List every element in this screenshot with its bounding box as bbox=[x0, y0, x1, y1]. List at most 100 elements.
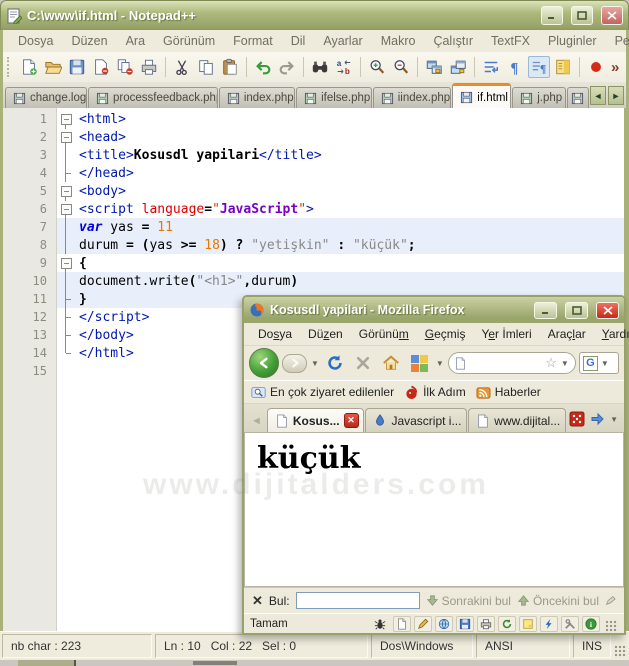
npp-resize-grip[interactable] bbox=[614, 645, 627, 658]
bolt-button[interactable] bbox=[540, 615, 558, 632]
npp-menu-ayarlar[interactable]: Ayarlar bbox=[314, 31, 371, 51]
paste-button[interactable] bbox=[219, 56, 241, 78]
firefox-tab-kosus[interactable]: Kosus... ✕ bbox=[266, 408, 365, 432]
tab-iindex-php[interactable]: iindex.php bbox=[372, 87, 452, 108]
close-button[interactable] bbox=[90, 56, 112, 78]
search-engine-dropdown-icon[interactable]: ▼ bbox=[600, 359, 610, 368]
fastdial-icon[interactable] bbox=[407, 351, 432, 376]
history-dropdown-icon[interactable]: ▼ bbox=[310, 359, 320, 368]
printer-button[interactable] bbox=[477, 615, 495, 632]
tab-processfeedback-php[interactable]: processfeedback.php bbox=[88, 87, 218, 108]
tab-scroll-right-icon[interactable] bbox=[589, 411, 605, 427]
back-button[interactable] bbox=[249, 348, 279, 378]
floppy-button[interactable] bbox=[456, 615, 474, 632]
tab-if-html[interactable]: if.html bbox=[452, 83, 512, 108]
npp-close-button[interactable] bbox=[601, 6, 623, 25]
redo-button[interactable] bbox=[276, 56, 298, 78]
fold-marker[interactable] bbox=[57, 254, 75, 273]
forward-button[interactable] bbox=[282, 353, 307, 373]
npp-menu-textfx[interactable]: TextFX bbox=[482, 31, 539, 51]
npp-menu-format[interactable]: Format bbox=[224, 31, 282, 51]
npp-titlebar[interactable]: C:\www\if.html - Notepad++ bbox=[0, 0, 629, 30]
find-close-button[interactable]: ✕ bbox=[252, 593, 263, 609]
firefox-resize-grip[interactable] bbox=[605, 620, 618, 633]
open-button[interactable] bbox=[42, 56, 64, 78]
zoomout-button[interactable] bbox=[390, 56, 412, 78]
firefox-tab-javascript-i[interactable]: Javascript i... bbox=[365, 408, 468, 432]
find-input[interactable] bbox=[295, 592, 420, 609]
showall-button[interactable]: ¶ bbox=[528, 56, 550, 78]
tab-list-dropdown-icon[interactable]: ▼ bbox=[609, 415, 619, 424]
npp-menu-makro[interactable]: Makro bbox=[372, 31, 425, 51]
npp-menu-dosya[interactable]: Dosya bbox=[9, 31, 62, 51]
print-button[interactable] bbox=[138, 56, 160, 78]
npp-maximize-button[interactable] bbox=[571, 6, 593, 25]
copy-button[interactable] bbox=[195, 56, 217, 78]
zoomin-button[interactable] bbox=[366, 56, 388, 78]
fold-marker[interactable] bbox=[57, 110, 75, 129]
highlight-icon[interactable] bbox=[605, 594, 616, 607]
save-button[interactable] bbox=[66, 56, 88, 78]
firefox-menu-dosya[interactable]: Dosya bbox=[250, 325, 300, 343]
newpage-button[interactable] bbox=[393, 615, 411, 632]
undo-button[interactable] bbox=[252, 56, 274, 78]
replace-button[interactable]: ab bbox=[333, 56, 355, 78]
bug-icon[interactable] bbox=[372, 616, 388, 632]
reload-button[interactable] bbox=[323, 351, 348, 376]
tab-scroll-left-icon[interactable]: ◄ bbox=[247, 415, 266, 432]
tab-index-php[interactable]: index.php bbox=[218, 87, 296, 108]
browser-viewport[interactable]: küçük bbox=[244, 432, 624, 587]
cut-button[interactable] bbox=[171, 56, 193, 78]
firefox-menu-ge-mi[interactable]: Geçmiş bbox=[417, 325, 474, 343]
sync2-button[interactable] bbox=[447, 56, 469, 78]
bookmark-haberler[interactable]: Haberler bbox=[476, 385, 541, 400]
address-dropdown-icon[interactable]: ▼ bbox=[560, 359, 570, 368]
tools-button[interactable] bbox=[561, 615, 579, 632]
firefox-menu-d-zen[interactable]: Düzen bbox=[300, 325, 351, 343]
tab-j-php[interactable]: j.php bbox=[512, 87, 566, 108]
firefox-tab-www-dijital[interactable]: www.dijital... bbox=[468, 408, 567, 432]
find-previous-button[interactable]: Öncekini bul bbox=[517, 594, 599, 608]
firefox-menu-yard-m[interactable]: Yardım bbox=[594, 325, 629, 343]
pencil-button[interactable] bbox=[414, 615, 432, 632]
new-button[interactable] bbox=[18, 56, 40, 78]
tab-ifelse-php[interactable]: ifelse.php bbox=[296, 87, 372, 108]
bookmark-star-icon[interactable]: ☆ bbox=[545, 355, 557, 371]
tab-scroll-right-button[interactable]: ► bbox=[608, 86, 624, 105]
globe-button[interactable] bbox=[435, 615, 453, 632]
note-button[interactable] bbox=[519, 615, 537, 632]
npp-menu-pluginler[interactable]: Pluginler bbox=[539, 31, 606, 51]
firefox-maximize-button[interactable] bbox=[565, 301, 588, 319]
closeall-button[interactable] bbox=[114, 56, 136, 78]
npp-minimize-button[interactable] bbox=[541, 6, 563, 25]
npp-menu-g-r-n-m[interactable]: Görünüm bbox=[154, 31, 224, 51]
npp-menu-ara[interactable]: Ara bbox=[117, 31, 154, 51]
firefox-menu-ara-lar[interactable]: Araçlar bbox=[540, 325, 594, 343]
npp-menu-d-zen[interactable]: Düzen bbox=[62, 31, 116, 51]
wrap-button[interactable] bbox=[480, 56, 502, 78]
address-bar[interactable]: ☆ ▼ bbox=[447, 352, 576, 374]
docmap-button[interactable] bbox=[552, 56, 574, 78]
tab-close-button[interactable]: ✕ bbox=[343, 413, 359, 428]
firefox-minimize-button[interactable] bbox=[534, 301, 557, 319]
npp-menu-pencere[interactable]: Pencere bbox=[606, 31, 629, 51]
find-next-button[interactable]: Sonrakini bul bbox=[426, 594, 511, 608]
tab-i[interactable]: i bbox=[567, 87, 589, 108]
find-button[interactable] bbox=[309, 56, 331, 78]
bookmark-en-ok-ziyaret-edilenler[interactable]: En çok ziyaret edilenler bbox=[251, 385, 394, 400]
refreshsm-button[interactable] bbox=[498, 615, 516, 632]
firefox-menu-g-r-n-m[interactable]: Görünüm bbox=[351, 325, 417, 343]
fold-marker[interactable] bbox=[57, 128, 75, 147]
stop-button[interactable] bbox=[351, 351, 376, 376]
record-button[interactable] bbox=[585, 56, 607, 78]
fastdial-tab-icon[interactable] bbox=[569, 411, 585, 427]
sync1-button[interactable] bbox=[423, 56, 445, 78]
tab-scroll-left-button[interactable]: ◄ bbox=[590, 86, 606, 105]
info-button[interactable]: i bbox=[582, 615, 600, 632]
bookmark-i-lk-ad-m[interactable]: İlk Adım bbox=[404, 385, 466, 400]
firefox-close-button[interactable] bbox=[596, 301, 619, 319]
home-button[interactable] bbox=[379, 351, 404, 376]
fold-marker[interactable] bbox=[57, 200, 75, 219]
npp-menu-dil[interactable]: Dil bbox=[282, 31, 315, 51]
toolbar-overflow-chevron[interactable]: » bbox=[611, 59, 619, 76]
